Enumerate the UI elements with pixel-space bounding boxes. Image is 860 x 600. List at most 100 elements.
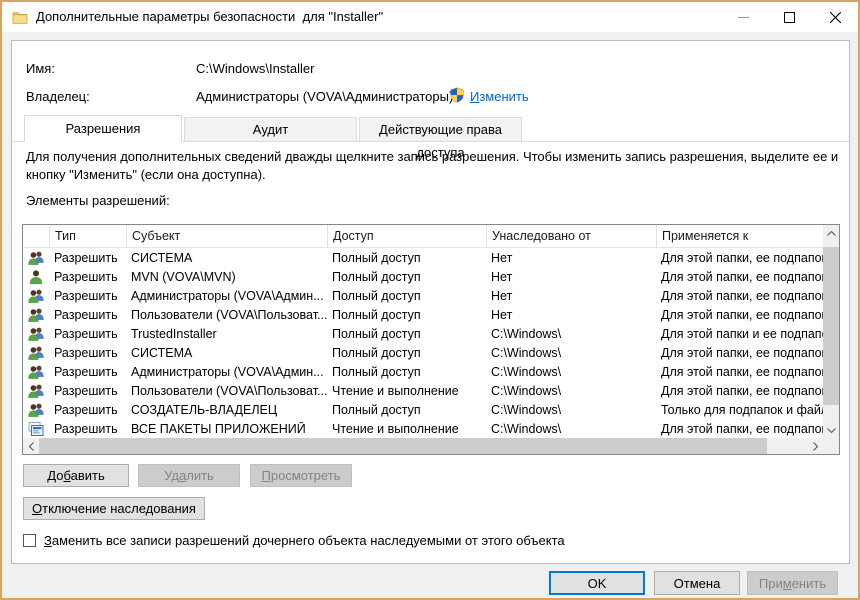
- apply-button[interactable]: Применить: [747, 571, 838, 595]
- permission-entries-table: ТипСубъектДоступУнаследовано отПрименяет…: [22, 224, 840, 455]
- cell-applies: Для этой папки, ее подпапок и файлов: [656, 289, 823, 303]
- cell-access: Полный доступ: [327, 403, 486, 417]
- disable-inheritance-button[interactable]: Отключение наследования: [23, 497, 205, 520]
- cell-inherited: C:\Windows\: [486, 384, 656, 398]
- horizontal-scroll-thumb[interactable]: [39, 438, 767, 454]
- table-row[interactable]: Разрешить Пользователи (VOVA\Пользоват..…: [23, 381, 823, 400]
- scroll-down-icon[interactable]: [823, 422, 839, 438]
- cell-type: Разрешить: [49, 327, 126, 341]
- tab[interactable]: Аудит: [184, 117, 357, 142]
- add-button[interactable]: Добавить: [23, 464, 129, 487]
- cell-applies: Для этой папки и ее подпапок: [656, 327, 823, 341]
- column-header[interactable]: Унаследовано от: [486, 225, 656, 247]
- minimize-button[interactable]: [720, 2, 766, 32]
- group-icon: [28, 250, 44, 266]
- advanced-security-dialog: Дополнительные параметры безопасности дл…: [0, 0, 860, 600]
- scroll-left-icon[interactable]: [23, 438, 39, 454]
- permission-entries-label: Элементы разрешений:: [26, 193, 170, 208]
- cell-inherited: C:\Windows\: [486, 346, 656, 360]
- maximize-button[interactable]: [766, 2, 812, 32]
- cell-subject: СОЗДАТЕЛЬ-ВЛАДЕЛЕЦ: [126, 403, 327, 417]
- table-row[interactable]: Разрешить СИСТЕМА Полный доступ C:\Windo…: [23, 343, 823, 362]
- cell-applies: Для этой папки, ее подпапок и файлов: [656, 251, 823, 265]
- replace-permissions-checkbox[interactable]: [23, 534, 36, 547]
- table-body: Разрешить СИСТЕМА Полный доступ Нет Для …: [23, 248, 823, 438]
- row-principal-icon: [23, 326, 49, 342]
- horizontal-scrollbar[interactable]: [23, 438, 823, 454]
- scroll-right-icon[interactable]: [807, 438, 823, 454]
- cell-type: Разрешить: [49, 365, 126, 379]
- tab[interactable]: Действующие права доступа: [359, 117, 522, 142]
- group-icon: [28, 326, 44, 342]
- cancel-button[interactable]: Отмена: [654, 571, 740, 595]
- cell-subject: СИСТЕМА: [126, 346, 327, 360]
- group-icon: [28, 307, 44, 323]
- table-row[interactable]: Разрешить СИСТЕМА Полный доступ Нет Для …: [23, 248, 823, 267]
- cell-access: Полный доступ: [327, 251, 486, 265]
- cell-subject: TrustedInstaller: [126, 327, 327, 341]
- cell-subject: MVN (VOVA\MVN): [126, 270, 327, 284]
- cell-type: Разрешить: [49, 422, 126, 436]
- cell-applies: Для этой папки, ее подпапок и файлов: [656, 346, 823, 360]
- cell-inherited: Нет: [486, 308, 656, 322]
- cell-access: Полный доступ: [327, 365, 486, 379]
- cell-inherited: C:\Windows\: [486, 365, 656, 379]
- column-header[interactable]: Субъект: [126, 225, 327, 247]
- cell-type: Разрешить: [49, 270, 126, 284]
- column-header[interactable]: [23, 225, 49, 247]
- cell-type: Разрешить: [49, 346, 126, 360]
- group-icon: [28, 345, 44, 361]
- table-row[interactable]: Разрешить Пользователи (VOVA\Пользоват..…: [23, 305, 823, 324]
- cell-access: Полный доступ: [327, 308, 486, 322]
- change-owner-link[interactable]: Изменить: [470, 89, 529, 104]
- dialog-body: Имя: C:\Windows\Installer Владелец: Адми…: [11, 40, 850, 564]
- row-principal-icon: [23, 269, 49, 285]
- tab-strip: РазрешенияАудитДействующие права доступа: [12, 115, 849, 142]
- cell-applies: Только для подпапок и файлов: [656, 403, 823, 417]
- table-row[interactable]: Разрешить ВСЕ ПАКЕТЫ ПРИЛОЖЕНИЙ Чтение и…: [23, 419, 823, 438]
- cell-inherited: C:\Windows\: [486, 422, 656, 436]
- cell-access: Полный доступ: [327, 270, 486, 284]
- column-header[interactable]: Доступ: [327, 225, 486, 247]
- table-row[interactable]: Разрешить СОЗДАТЕЛЬ-ВЛАДЕЛЕЦ Полный дост…: [23, 400, 823, 419]
- group-icon: [28, 288, 44, 304]
- cell-subject: Администраторы (VOVA\Админ...: [126, 365, 327, 379]
- column-header[interactable]: Тип: [49, 225, 126, 247]
- view-button[interactable]: Просмотреть: [250, 464, 352, 487]
- vertical-scroll-thumb[interactable]: [823, 247, 839, 405]
- uac-shield-icon: [449, 87, 465, 103]
- window-controls: [720, 2, 858, 32]
- cell-type: Разрешить: [49, 403, 126, 417]
- vertical-scrollbar[interactable]: [823, 225, 839, 438]
- remove-button[interactable]: Удалить: [138, 464, 240, 487]
- cell-applies: Для этой папки, ее подпапок и файлов: [656, 422, 823, 436]
- footer-bar: OK Отмена Применить: [2, 564, 858, 598]
- cell-type: Разрешить: [49, 308, 126, 322]
- cell-access: Чтение и выполнение: [327, 384, 486, 398]
- row-principal-icon: [23, 364, 49, 380]
- group-icon: [28, 364, 44, 380]
- scroll-up-icon[interactable]: [823, 225, 839, 241]
- row-principal-icon: [23, 402, 49, 418]
- cell-applies: Для этой папки, ее подпапок и файлов: [656, 308, 823, 322]
- owner-label: Владелец:: [26, 89, 90, 104]
- tab[interactable]: Разрешения: [24, 115, 182, 142]
- table-row[interactable]: Разрешить Администраторы (VOVA\Админ... …: [23, 362, 823, 381]
- cell-inherited: C:\Windows\: [486, 327, 656, 341]
- cell-inherited: Нет: [486, 251, 656, 265]
- close-button[interactable]: [812, 2, 858, 32]
- group-icon: [28, 402, 44, 418]
- cell-inherited: Нет: [486, 289, 656, 303]
- table-row[interactable]: Разрешить Администраторы (VOVA\Админ... …: [23, 286, 823, 305]
- cell-type: Разрешить: [49, 251, 126, 265]
- column-header[interactable]: Применяется к: [656, 225, 823, 247]
- ok-button[interactable]: OK: [549, 571, 645, 595]
- row-principal-icon: [23, 250, 49, 266]
- cell-subject: СИСТЕМА: [126, 251, 327, 265]
- table-row[interactable]: Разрешить TrustedInstaller Полный доступ…: [23, 324, 823, 343]
- folder-icon: [12, 9, 28, 25]
- owner-value: Администраторы (VOVA\Администраторы): [196, 89, 453, 104]
- cell-subject: ВСЕ ПАКЕТЫ ПРИЛОЖЕНИЙ: [126, 422, 327, 436]
- row-principal-icon: [23, 383, 49, 399]
- table-row[interactable]: Разрешить MVN (VOVA\MVN) Полный доступ Н…: [23, 267, 823, 286]
